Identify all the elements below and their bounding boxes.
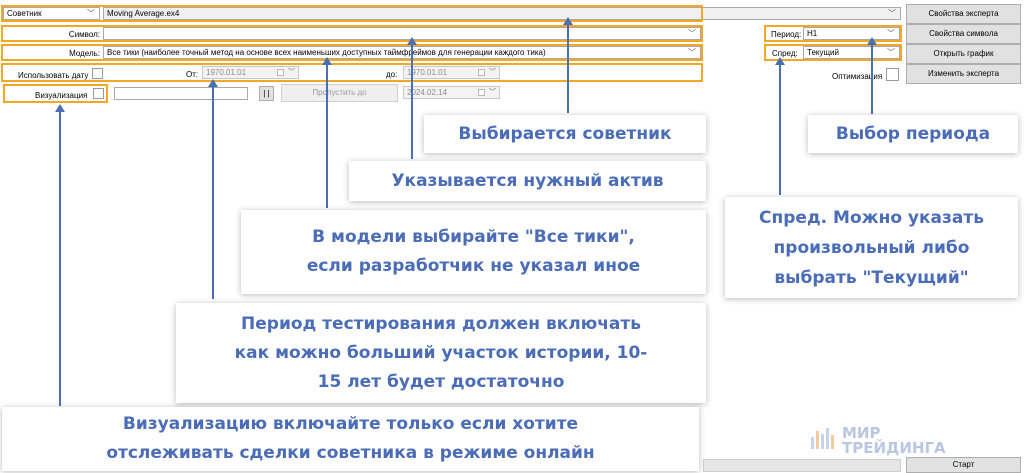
expert-properties-button[interactable]: Свойства эксперта — [906, 4, 1021, 24]
callout-model-line2: если разработчик не указал иное — [306, 256, 641, 276]
skip-to-button[interactable]: Пропустить до — [281, 84, 398, 102]
callout-model: В модели выбирайте "Все тики", если разр… — [241, 210, 706, 294]
spread-select[interactable]: Текущий ﹀ — [803, 46, 900, 59]
progress-bar — [703, 459, 901, 472]
callout-visualization-line1: Визуализацию включайте только если хотит… — [122, 414, 579, 434]
logo-line2: ТРЕЙДИНГА — [842, 439, 946, 457]
period-label: Период: — [771, 30, 802, 39]
logo-icon — [811, 428, 834, 449]
open-chart-button[interactable]: Открыть график — [906, 44, 1021, 64]
spread-value: Текущий — [807, 48, 839, 57]
visualization-checkbox[interactable] — [93, 88, 104, 99]
change-expert-button[interactable]: Изменить эксперта — [906, 64, 1021, 84]
arrow-spread — [779, 64, 781, 195]
callout-model-line1: В модели выбирайте "Все тики", — [312, 227, 635, 247]
arrow-symbol — [411, 44, 413, 159]
arrow-model — [326, 64, 328, 208]
chevron-down-icon: ﹀ — [288, 69, 295, 76]
logo: МИР ТРЕЙДИНГА — [808, 419, 948, 459]
callout-expert-text: Выбирается советник — [458, 124, 672, 144]
callout-symbol-text: Указывается нужный актив — [391, 171, 664, 191]
arrow-dates — [212, 86, 214, 299]
callout-test-period-line1: Период тестирования должен включать — [241, 313, 641, 334]
period-select[interactable]: H1 ﹀ — [803, 27, 900, 40]
skip-to-date-input[interactable]: 2024.02.14 ﹀ — [403, 86, 500, 99]
model-label: Модель: — [69, 49, 100, 58]
symbol-label: Символ: — [68, 30, 100, 39]
period-value: H1 — [807, 29, 818, 38]
chevron-down-icon: ﹀ — [688, 29, 696, 38]
chevron-down-icon: ﹀ — [489, 89, 496, 96]
start-button[interactable]: Старт — [906, 457, 1021, 473]
callout-period-text: Выбор периода — [835, 124, 991, 144]
to-label: до: — [386, 70, 398, 79]
skip-to-date-value: 2024.02.14 — [407, 88, 448, 97]
callout-spread: Спред. Можно указать произвольный либо в… — [725, 197, 1018, 298]
use-date-checkbox[interactable] — [92, 68, 103, 79]
optimization-checkbox[interactable] — [886, 68, 899, 81]
from-date-input[interactable]: 1970.01.01 ﹀ — [202, 66, 299, 79]
chevron-down-icon: ﹀ — [688, 48, 696, 57]
expert-file-select[interactable]: Moving Average.ex4 ﹀ — [103, 7, 901, 20]
symbol-select[interactable]: ﹀ — [103, 27, 701, 40]
from-label: От: — [186, 70, 199, 79]
highlight-dates — [1, 63, 703, 82]
callout-spread-line1: Спред. Можно указать — [759, 207, 984, 228]
callout-expert: Выбирается советник — [424, 115, 706, 153]
calendar-icon — [478, 69, 485, 76]
arrow-period — [871, 44, 873, 114]
chevron-down-icon: ﹀ — [887, 29, 895, 38]
expert-file-value: Moving Average.ex4 — [107, 9, 180, 18]
model-value: Все тики (наиболее точный метод на основ… — [107, 48, 546, 57]
chevron-down-icon: ﹀ — [888, 9, 896, 18]
visualization-speed-slider[interactable] — [114, 87, 248, 100]
optimization-label: Оптимизация — [832, 72, 883, 81]
visualization-label: Визуализация — [35, 91, 88, 100]
callout-visualization: Визуализацию включайте только если хотит… — [2, 407, 699, 471]
callout-test-period: Период тестирования должен включать как … — [176, 303, 706, 403]
symbol-properties-button[interactable]: Свойства символа — [906, 24, 1021, 44]
chevron-down-icon: ﹀ — [887, 48, 895, 57]
callout-visualization-line2: отслеживать сделки советника в режиме он… — [106, 443, 595, 463]
arrow-visualization — [59, 111, 61, 406]
calendar-icon — [277, 69, 284, 76]
chevron-down-icon: ﹀ — [87, 9, 95, 18]
expert-type-select[interactable]: Советник ﹀ — [3, 7, 100, 20]
callout-test-period-line3: 15 лет будет достаточно — [317, 371, 565, 392]
pause-button[interactable]: | | — [259, 86, 274, 101]
callout-period: Выбор периода — [808, 115, 1018, 153]
calendar-icon — [478, 89, 485, 96]
to-date-input[interactable]: 1970.01.01 ﹀ — [403, 66, 500, 79]
from-date-value: 1970.01.01 — [206, 68, 247, 77]
arrow-expert — [567, 24, 569, 113]
use-date-label: Использовать дату — [18, 71, 89, 80]
callout-test-period-line2: как можно больший участок истории, 10- — [234, 342, 648, 363]
callout-symbol: Указывается нужный актив — [349, 161, 706, 201]
callout-spread-line2: произвольный либо — [773, 237, 970, 258]
chevron-down-icon: ﹀ — [489, 69, 496, 76]
expert-type-value: Советник — [7, 9, 42, 18]
callout-spread-line3: выбрать "Текущий" — [774, 267, 969, 288]
to-date-value: 1970.01.01 — [407, 68, 448, 77]
model-select[interactable]: Все тики (наиболее точный метод на основ… — [103, 46, 701, 59]
